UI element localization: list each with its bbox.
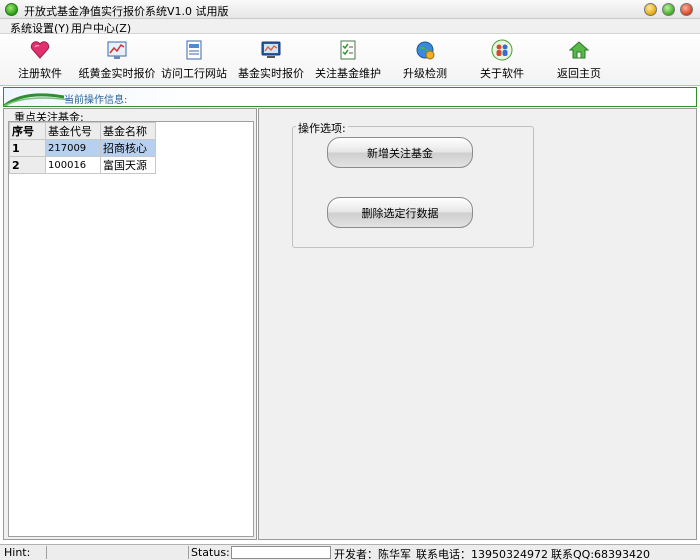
toolbar: 注册软件 纸黄金实时报价 访问工行网站 基金实时报价 关注基金维护 升级检测 关…: [0, 34, 700, 86]
status-bar: Hint: Status: 开发者：陈华军 联系电话：13950324972 联…: [0, 544, 700, 560]
delete-selected-row-button[interactable]: 删除选定行数据: [327, 197, 473, 228]
minimize-button[interactable]: [644, 3, 657, 16]
window-title: 开放式基金净值实行报价系统V1.0 试用版: [24, 5, 229, 18]
table-row[interactable]: 2 100016 富国天源: [9, 156, 156, 174]
tool-label: 访问工行网站: [161, 67, 227, 80]
maximize-button[interactable]: [662, 3, 675, 16]
row-number: 2: [9, 156, 46, 174]
home-icon: [568, 41, 590, 59]
tool-label: 关于软件: [480, 67, 524, 80]
phone-info: 联系电话：13950324972: [416, 548, 548, 560]
hint-label: Hint:: [4, 546, 31, 559]
fund-realtime-quote-button[interactable]: 基金实时报价: [231, 37, 311, 83]
status-separator: [46, 546, 47, 559]
add-followed-fund-button[interactable]: 新增关注基金: [327, 137, 473, 168]
tool-label: 注册软件: [18, 67, 62, 80]
tool-label: 返回主页: [557, 67, 601, 80]
tool-label: 升级检测: [403, 67, 447, 80]
status-separator: [188, 546, 189, 559]
status-field: [231, 546, 331, 559]
column-header-no[interactable]: 序号: [9, 122, 46, 140]
qq-info: 联系QQ:68393420: [551, 548, 651, 560]
operation-info-label: 当前操作信息:: [64, 95, 128, 106]
people-icon: [491, 39, 513, 61]
globe-update-icon: [416, 41, 435, 60]
fund-code-cell[interactable]: 100016: [45, 156, 101, 174]
operation-info-bar: 当前操作信息:: [3, 87, 697, 107]
followed-fund-maintenance-button[interactable]: 关注基金维护: [308, 37, 388, 83]
fund-code-cell[interactable]: 217009: [45, 139, 101, 157]
chart-icon: [107, 41, 127, 59]
table-header-row: 序号 基金代号 基金名称: [9, 122, 156, 140]
heart-icon: [30, 41, 50, 59]
operations-panel: 操作选项: 新增关注基金 删除选定行数据: [258, 108, 697, 540]
developer-info: 开发者：陈华军: [334, 548, 411, 560]
register-software-button[interactable]: 注册软件: [0, 37, 80, 83]
fund-table: 序号 基金代号 基金名称 1 217009 招商核心 2 100016 富国天源: [9, 122, 156, 174]
menu-bar: 系统设置(Y) 用户中心(Z): [0, 19, 700, 35]
tool-label: 纸黄金实时报价: [78, 67, 156, 80]
title-bar: 开放式基金净值实行报价系统V1.0 试用版: [0, 0, 700, 19]
close-button[interactable]: [680, 3, 693, 16]
column-header-name[interactable]: 基金名称: [100, 122, 156, 140]
monitor-chart-icon: [261, 41, 281, 58]
return-home-button[interactable]: 返回主页: [539, 37, 619, 83]
visit-icbc-website-button[interactable]: 访问工行网站: [154, 37, 234, 83]
tool-label: 关注基金维护: [315, 67, 381, 80]
fund-grid[interactable]: 序号 基金代号 基金名称 1 217009 招商核心 2 100016 富国天源: [8, 121, 254, 537]
operations-group: 操作选项: 新增关注基金 删除选定行数据: [292, 120, 534, 248]
upgrade-check-button[interactable]: 升级检测: [385, 37, 465, 83]
checklist-icon: [340, 40, 356, 60]
paper-gold-quote-button[interactable]: 纸黄金实时报价: [77, 37, 157, 83]
column-header-code[interactable]: 基金代号: [45, 122, 101, 140]
row-number: 1: [9, 139, 46, 157]
operations-title: 操作选项:: [296, 120, 348, 136]
tool-label: 基金实时报价: [238, 67, 304, 80]
app-icon: [5, 3, 18, 16]
followed-funds-panel: 重点关注基金: 序号 基金代号 基金名称 1 217009 招商核心 2 100…: [3, 108, 257, 540]
document-icon: [186, 40, 202, 60]
table-row[interactable]: 1 217009 招商核心: [9, 139, 156, 157]
fund-name-cell[interactable]: 招商核心: [100, 139, 156, 157]
fund-name-cell[interactable]: 富国天源: [100, 156, 156, 174]
status-label: Status:: [191, 546, 230, 559]
about-software-button[interactable]: 关于软件: [462, 37, 542, 83]
